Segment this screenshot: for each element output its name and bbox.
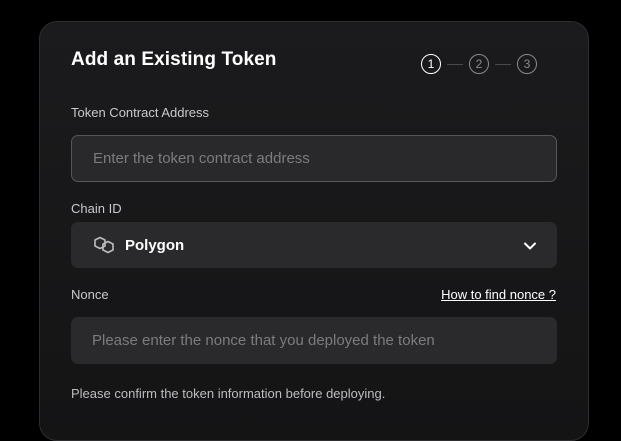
nonce-field <box>71 317 557 364</box>
chain-id-label: Chain ID <box>71 201 122 216</box>
token-address-label: Token Contract Address <box>71 105 210 120</box>
nonce-input[interactable] <box>71 317 557 364</box>
add-token-card: Add an Existing Token 1 2 3 Token Contra… <box>39 21 589 441</box>
step-indicator: 1 2 3 <box>421 52 537 76</box>
chain-select[interactable]: Polygon <box>71 222 557 268</box>
token-address-field <box>71 135 557 182</box>
step-connector <box>447 63 463 65</box>
nonce-label: Nonce <box>71 287 109 302</box>
step-connector <box>495 63 511 65</box>
step-3: 3 <box>517 54 537 74</box>
confirm-note: Please confirm the token information bef… <box>71 386 386 401</box>
step-1: 1 <box>421 54 441 74</box>
chevron-down-icon <box>523 238 537 250</box>
step-2: 2 <box>469 54 489 74</box>
page-title: Add an Existing Token <box>71 49 277 70</box>
how-to-find-nonce-link[interactable]: How to find nonce ? <box>441 287 556 302</box>
polygon-icon <box>91 236 117 254</box>
token-address-input[interactable] <box>72 136 556 181</box>
chain-selected-value: Polygon <box>125 236 185 254</box>
